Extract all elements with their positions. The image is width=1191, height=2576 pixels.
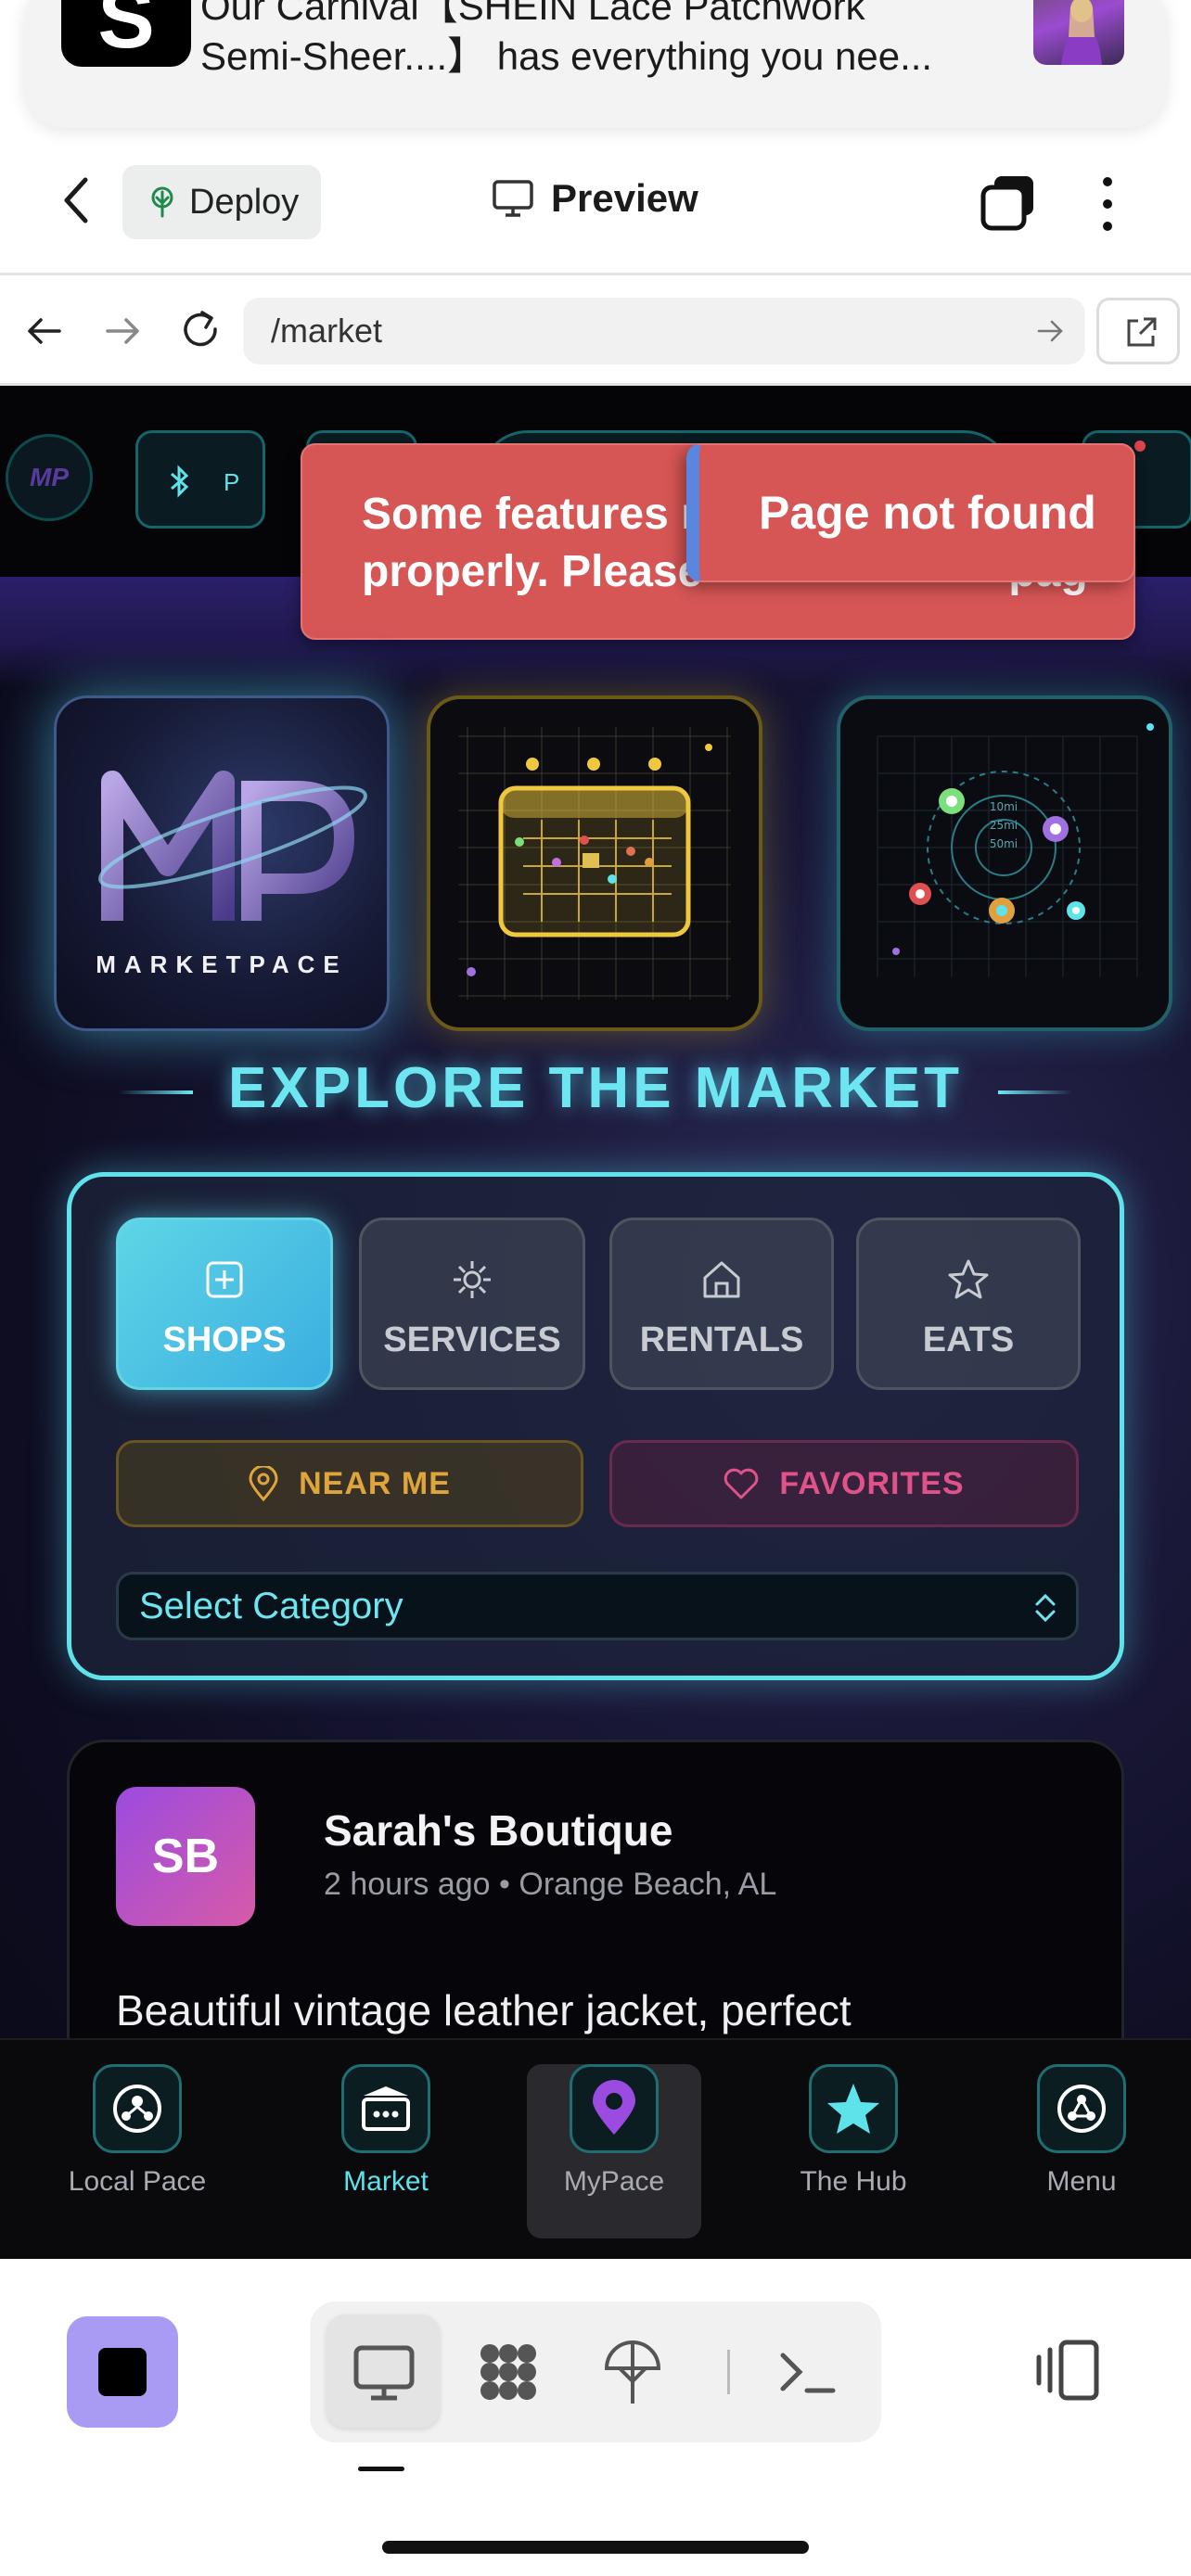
people-icon: [93, 2064, 182, 2153]
star-icon: [948, 1259, 989, 1299]
external-link-icon: [1127, 317, 1157, 347]
nav-the-hub[interactable]: The Hub: [770, 2064, 937, 2198]
favorites-label: FAVORITES: [779, 1465, 965, 1501]
notification-text: Our Carnival【SHEIN Lace Patchwork Semi-S…: [200, 0, 1035, 82]
radar-ring-label-10: 10mi: [990, 800, 1018, 813]
nav-market[interactable]: Market: [302, 2064, 469, 2198]
chip-label: P: [224, 468, 240, 496]
post-body: Beautiful vintage leather jacket, perfec…: [116, 1986, 852, 2034]
market-icon: [341, 2064, 430, 2153]
near-me-button[interactable]: NEAR ME: [116, 1440, 583, 1527]
post-meta: 2 hours ago • Orange Beach, AL: [324, 1867, 777, 1902]
bottom-navigation: Local Pace Market MyPace The Hub Menu: [0, 2038, 1191, 2259]
url-text: /market: [271, 312, 383, 350]
nav-mypace[interactable]: MyPace: [531, 2064, 698, 2198]
mp-logo-icon: [98, 771, 367, 921]
back-arrow-icon[interactable]: [24, 311, 65, 351]
star-icon: [809, 2064, 898, 2153]
marketpace-wordmark: MARKETPACE: [96, 950, 348, 978]
notification-thumbnail: [1033, 0, 1124, 65]
seller-avatar[interactable]: SB: [116, 1787, 255, 1926]
category-rentals-label: RENTALS: [639, 1320, 804, 1359]
marketplace-app: MP P Some features m properly. Please pag…: [0, 386, 1191, 2038]
marketpace-logo-tile[interactable]: MARKETPACE: [54, 695, 390, 1031]
near-me-label: NEAR ME: [299, 1465, 451, 1501]
page-not-found-text: Page not found: [759, 487, 1096, 539]
monitor-icon: [493, 180, 533, 217]
app-top-bar: Deploy Preview: [0, 148, 1191, 273]
select-chevrons-icon: [1035, 1593, 1056, 1623]
category-eats-button[interactable]: EATS: [856, 1218, 1081, 1390]
heart-icon: [724, 1468, 759, 1499]
nav-mypace-label: MyPace: [563, 2166, 665, 2197]
deploy-label: Deploy: [189, 182, 300, 222]
view-switcher: [310, 2302, 881, 2442]
notification-dot: [1134, 440, 1146, 452]
radar-tile[interactable]: 10mi 25mi 50mi: [837, 695, 1172, 1031]
category-eats-label: EATS: [922, 1320, 1015, 1359]
browser-url-bar: /market: [0, 273, 1191, 386]
bluetooth-icon: [171, 465, 189, 498]
home-indicator: [382, 2541, 809, 2554]
category-services-button[interactable]: SERVICES: [359, 1218, 585, 1390]
preview-label: Preview: [551, 176, 698, 220]
shein-app-icon: S: [61, 0, 191, 67]
reload-icon[interactable]: [178, 307, 224, 353]
location-pin-icon: [249, 1466, 278, 1501]
header-avatar[interactable]: MP: [6, 434, 93, 521]
more-options-icon[interactable]: [1095, 174, 1121, 234]
post-card[interactable]: SB Sarah's Boutique 2 hours ago • Orange…: [67, 1740, 1124, 2038]
category-select-value: Select Category: [139, 1586, 403, 1626]
tree-icon: [151, 186, 173, 218]
category-shops-button[interactable]: SHOPS: [116, 1218, 333, 1390]
location-pin-icon: [570, 2064, 659, 2153]
network-icon: [1037, 2064, 1126, 2153]
preview-tab[interactable]: Preview: [492, 176, 698, 221]
page-not-found-toast[interactable]: Page not found: [686, 443, 1135, 582]
workspace-icon[interactable]: [473, 2337, 544, 2407]
filter-panel: SHOPS SERVICES RENTALS EATS NEAR ME FAVO…: [67, 1172, 1124, 1680]
nav-local-pace-label: Local Pace: [68, 2166, 207, 2197]
bluetooth-chip[interactable]: P: [135, 430, 265, 529]
nav-menu[interactable]: Menu: [998, 2064, 1165, 2198]
stop-button[interactable]: [67, 2316, 178, 2428]
category-rentals-button[interactable]: RENTALS: [609, 1218, 834, 1390]
calendar-grid-icon: [458, 727, 731, 1000]
sidebar-toggle-icon[interactable]: [1033, 2335, 1104, 2405]
active-view-underline: [358, 2467, 404, 2471]
explore-heading: EXPLORE THE MARKET: [228, 1056, 963, 1120]
favorites-button[interactable]: FAVORITES: [609, 1440, 1079, 1527]
nav-market-label: Market: [343, 2166, 429, 2197]
seller-name[interactable]: Sarah's Boutique: [324, 1805, 672, 1855]
category-select[interactable]: Select Category: [116, 1572, 1079, 1640]
radar-map-icon: 10mi 25mi 50mi: [877, 723, 1154, 977]
segment-divider: [727, 2350, 730, 2394]
notification-line-2: Semi-Sheer....】 has everything you nee..…: [200, 34, 933, 78]
notification-line-1: Our Carnival【SHEIN Lace Patchwork: [200, 0, 865, 28]
nav-local-pace[interactable]: Local Pace: [54, 2064, 221, 2198]
sun-icon: [454, 1261, 491, 1298]
url-input[interactable]: /market: [243, 298, 1085, 364]
category-services-label: SERVICES: [383, 1320, 561, 1359]
editor-toolbar: [0, 2259, 1191, 2576]
back-chevron-icon[interactable]: [54, 172, 100, 228]
radar-ring-label-50: 50mi: [990, 837, 1018, 850]
nav-menu-label: Menu: [1046, 2166, 1117, 2197]
deploy-button[interactable]: Deploy: [122, 165, 321, 239]
forward-arrow-icon[interactable]: [102, 311, 143, 351]
calendar-tile[interactable]: [427, 695, 762, 1031]
radar-ring-label-25: 25mi: [990, 819, 1018, 832]
monitor-icon[interactable]: [349, 2337, 419, 2407]
open-external-button[interactable]: [1096, 298, 1180, 364]
plus-square-icon: [206, 1261, 243, 1298]
category-shops-label: SHOPS: [162, 1320, 287, 1359]
terminal-icon[interactable]: [772, 2337, 842, 2407]
tabs-icon[interactable]: [980, 172, 1039, 232]
notification-banner[interactable]: S Our Carnival【SHEIN Lace Patchwork Semi…: [24, 0, 1167, 128]
go-arrow-icon[interactable]: [1035, 316, 1065, 346]
deploy-tree-icon[interactable]: [597, 2337, 668, 2407]
home-icon: [703, 1261, 740, 1298]
nav-the-hub-label: The Hub: [800, 2166, 907, 2197]
